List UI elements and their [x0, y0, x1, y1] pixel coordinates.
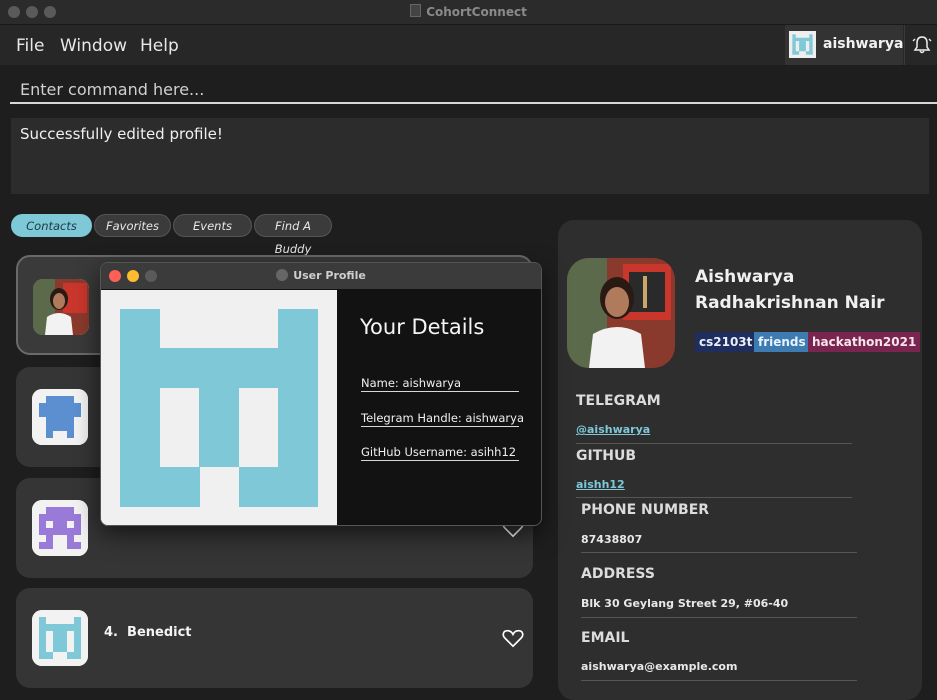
user-name: aishwarya — [823, 36, 904, 52]
tag-badge: hackathon2021 — [808, 332, 921, 352]
profile-photo — [567, 258, 675, 368]
email-label: EMAIL — [581, 630, 630, 646]
window-title-bar: CohortConnect — [0, 0, 937, 25]
document-icon — [410, 4, 422, 17]
result-message: Successfully edited profile! — [20, 125, 223, 143]
window-title: CohortConnect — [0, 4, 937, 19]
contact-photo — [33, 279, 89, 335]
address-value: Blk 30 Geylang Street 29, #06-40 — [581, 597, 789, 610]
user-profile-chip[interactable]: aishwarya — [785, 25, 903, 65]
tab-find-a-buddy[interactable]: Find A Buddy — [254, 214, 332, 256]
profile-name: Aishwarya Radhakrishnan Nair — [695, 267, 885, 313]
phone-label: PHONE NUMBER — [581, 502, 710, 518]
contact-avatar — [32, 610, 88, 666]
divider — [581, 617, 857, 618]
tab-favorites[interactable]: Favorites — [94, 214, 171, 237]
dialog-title: User Profile — [101, 269, 541, 282]
divider — [576, 443, 852, 444]
address-label: ADDRESS — [581, 566, 655, 582]
notification-bell-icon — [912, 36, 932, 54]
phone-value: 87438807 — [581, 533, 643, 546]
menu-window[interactable]: Window — [60, 36, 127, 56]
user-profile-dialog: User Profile Your Details Name: aishwary… — [100, 262, 542, 526]
tag-badge: friends — [754, 332, 810, 352]
profile-avatar-large — [101, 290, 337, 525]
telegram-label: TELEGRAM — [576, 393, 661, 409]
command-input[interactable] — [10, 76, 937, 104]
tag-badge: cs2103t — [695, 332, 757, 352]
result-display: Successfully edited profile! — [11, 118, 929, 194]
contact-card[interactable]: 4. Benedict — [16, 588, 533, 688]
divider — [576, 497, 852, 498]
dialog-github-field: GitHub Username: asihh12 — [361, 445, 519, 461]
contact-avatar — [32, 389, 88, 445]
contact-name: 4. Benedict — [104, 625, 192, 640]
dialog-title-bar: User Profile — [101, 263, 541, 289]
person-icon — [276, 269, 289, 281]
github-link[interactable]: aishh12 — [576, 478, 625, 491]
menu-file[interactable]: File — [16, 36, 44, 56]
telegram-link[interactable]: @aishwarya — [576, 423, 650, 436]
dialog-telegram-field: Telegram Handle: aishwarya — [361, 411, 524, 427]
divider — [581, 552, 857, 553]
heart-icon[interactable] — [502, 628, 524, 648]
dialog-name-field: Name: aishwarya — [361, 376, 519, 392]
contact-avatar — [32, 500, 88, 556]
dialog-heading: Your Details — [360, 315, 485, 339]
email-value: aishwarya@example.com — [581, 660, 738, 673]
notification-button[interactable] — [904, 25, 937, 65]
menu-help[interactable]: Help — [140, 36, 179, 56]
github-label: GITHUB — [576, 448, 637, 464]
tab-contacts[interactable]: Contacts — [11, 214, 92, 237]
tab-events[interactable]: Events — [173, 214, 252, 237]
divider — [581, 680, 857, 681]
menu-bar: File Window Help aishwarya — [0, 25, 937, 65]
user-avatar — [789, 31, 816, 58]
